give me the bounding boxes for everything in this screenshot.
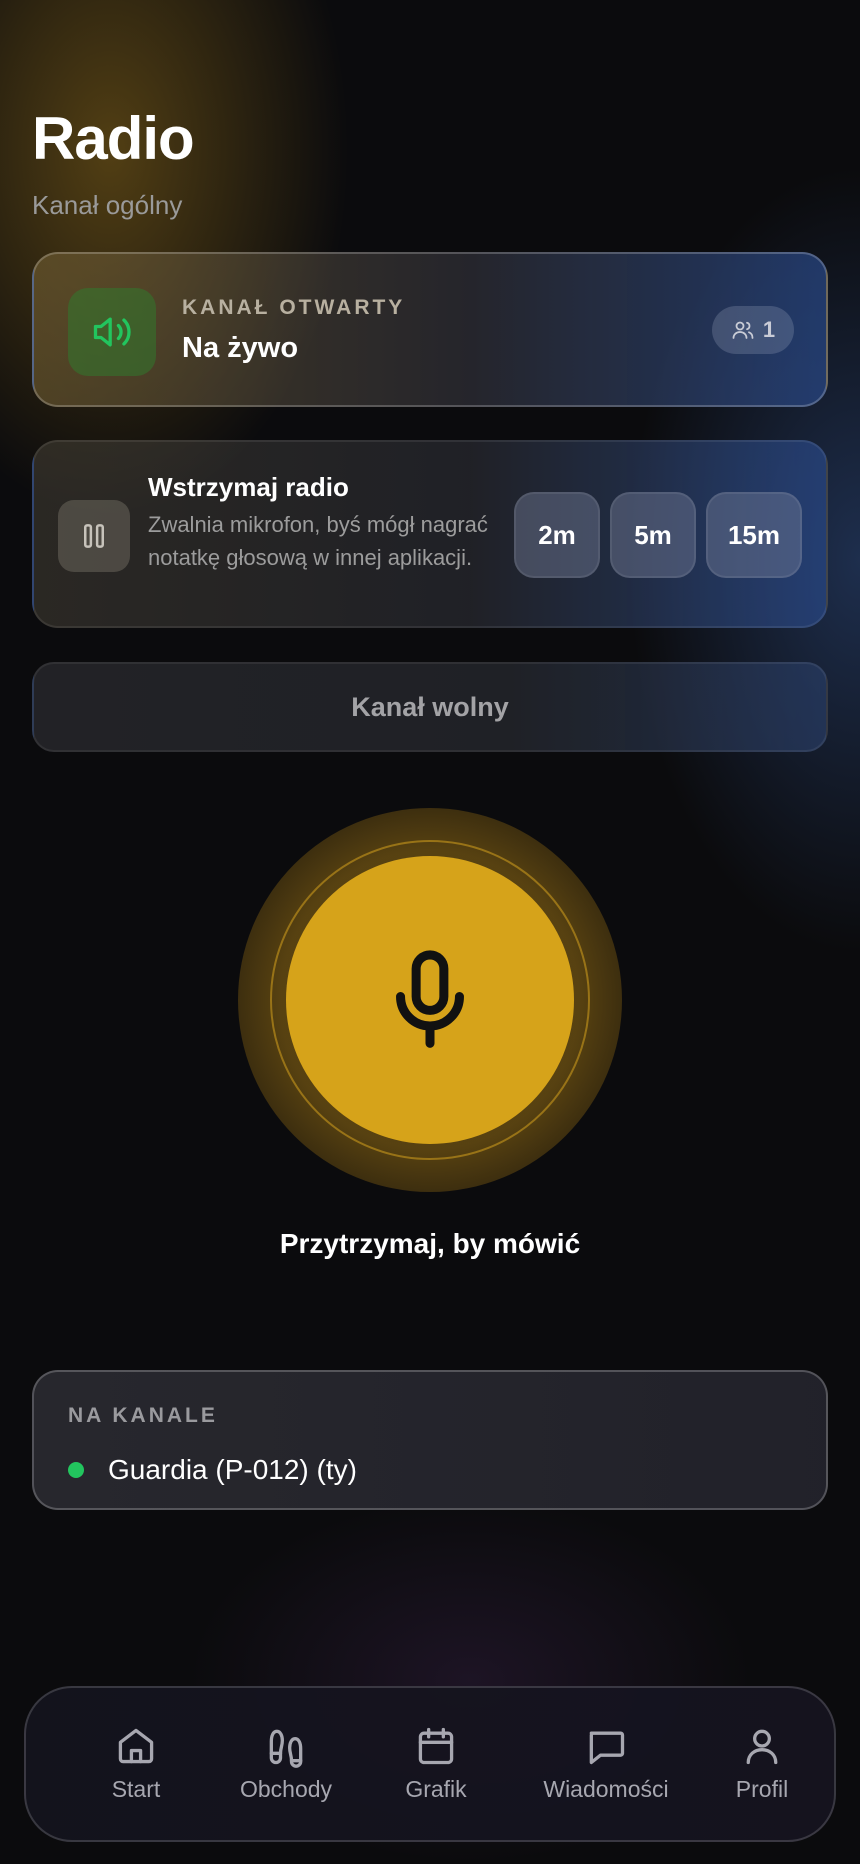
nav-label: Profil (735, 1776, 789, 1802)
push-to-talk-label: Przytrzymaj, by mówić (279, 1228, 581, 1259)
on-channel-kicker: NA KANALE (68, 1404, 218, 1427)
nav-item-profil[interactable]: Profil (702, 1724, 822, 1814)
nav-item-wiadomosci[interactable]: Wiadomości (506, 1724, 706, 1814)
nav-item-obchody[interactable]: Obchody (216, 1724, 356, 1814)
user-icon (746, 1729, 778, 1765)
channel-status-card: KANAŁ OTWARTY Na żywo 1 (32, 252, 828, 407)
microphone-icon (396, 950, 464, 1048)
pause-5m-button[interactable]: 5m (610, 492, 696, 578)
pause-icon (84, 524, 104, 548)
pause-radio-description: Zwalnia mikrofon, byś mógł nagrać notatk… (148, 512, 488, 570)
push-to-talk-button[interactable] (286, 856, 574, 1144)
channel-state-bar: Kanał wolny (32, 662, 828, 752)
nav-item-start[interactable]: Start (66, 1724, 206, 1814)
bottom-nav: Start Obchody Grafik Wiadomości Profil (24, 1686, 836, 1842)
channel-status-text: Na żywo (182, 332, 299, 364)
calendar-icon (418, 1727, 454, 1765)
pause-2m-button[interactable]: 2m (514, 492, 600, 578)
footprints-icon (269, 1729, 303, 1768)
pause-button[interactable] (58, 500, 130, 572)
users-count: 1 (762, 317, 776, 342)
users-icon (732, 321, 754, 339)
channel-status-kicker: KANAŁ OTWARTY (182, 296, 406, 319)
page-subtitle: Kanał ogólny (32, 190, 183, 220)
pause-radio-title: Wstrzymaj radio (148, 472, 349, 502)
on-channel-card: NA KANALE Guardia (P-012) (ty) (32, 1370, 828, 1510)
pause-15m-button[interactable]: 15m (706, 492, 802, 578)
online-status-dot (68, 1462, 84, 1478)
list-item: Guardia (P-012) (ty) (68, 1454, 357, 1486)
radio-screen: Radio Kanał ogólny KANAŁ OTWARTY Na żywo… (0, 0, 860, 1864)
nav-label: Start (111, 1776, 161, 1802)
member-name: Guardia (P-012) (ty) (108, 1454, 357, 1485)
users-count-badge[interactable]: 1 (712, 306, 794, 354)
speaker-icon (68, 288, 156, 376)
home-icon (118, 1728, 154, 1764)
nav-label: Obchody (239, 1776, 333, 1802)
page-title: Radio (32, 105, 195, 172)
pause-radio-card: Wstrzymaj radio Zwalnia mikrofon, byś mó… (32, 440, 828, 628)
nav-item-grafik[interactable]: Grafik (366, 1724, 506, 1814)
message-icon (589, 1731, 625, 1765)
nav-label: Grafik (405, 1776, 467, 1802)
nav-label: Wiadomości (543, 1776, 669, 1802)
